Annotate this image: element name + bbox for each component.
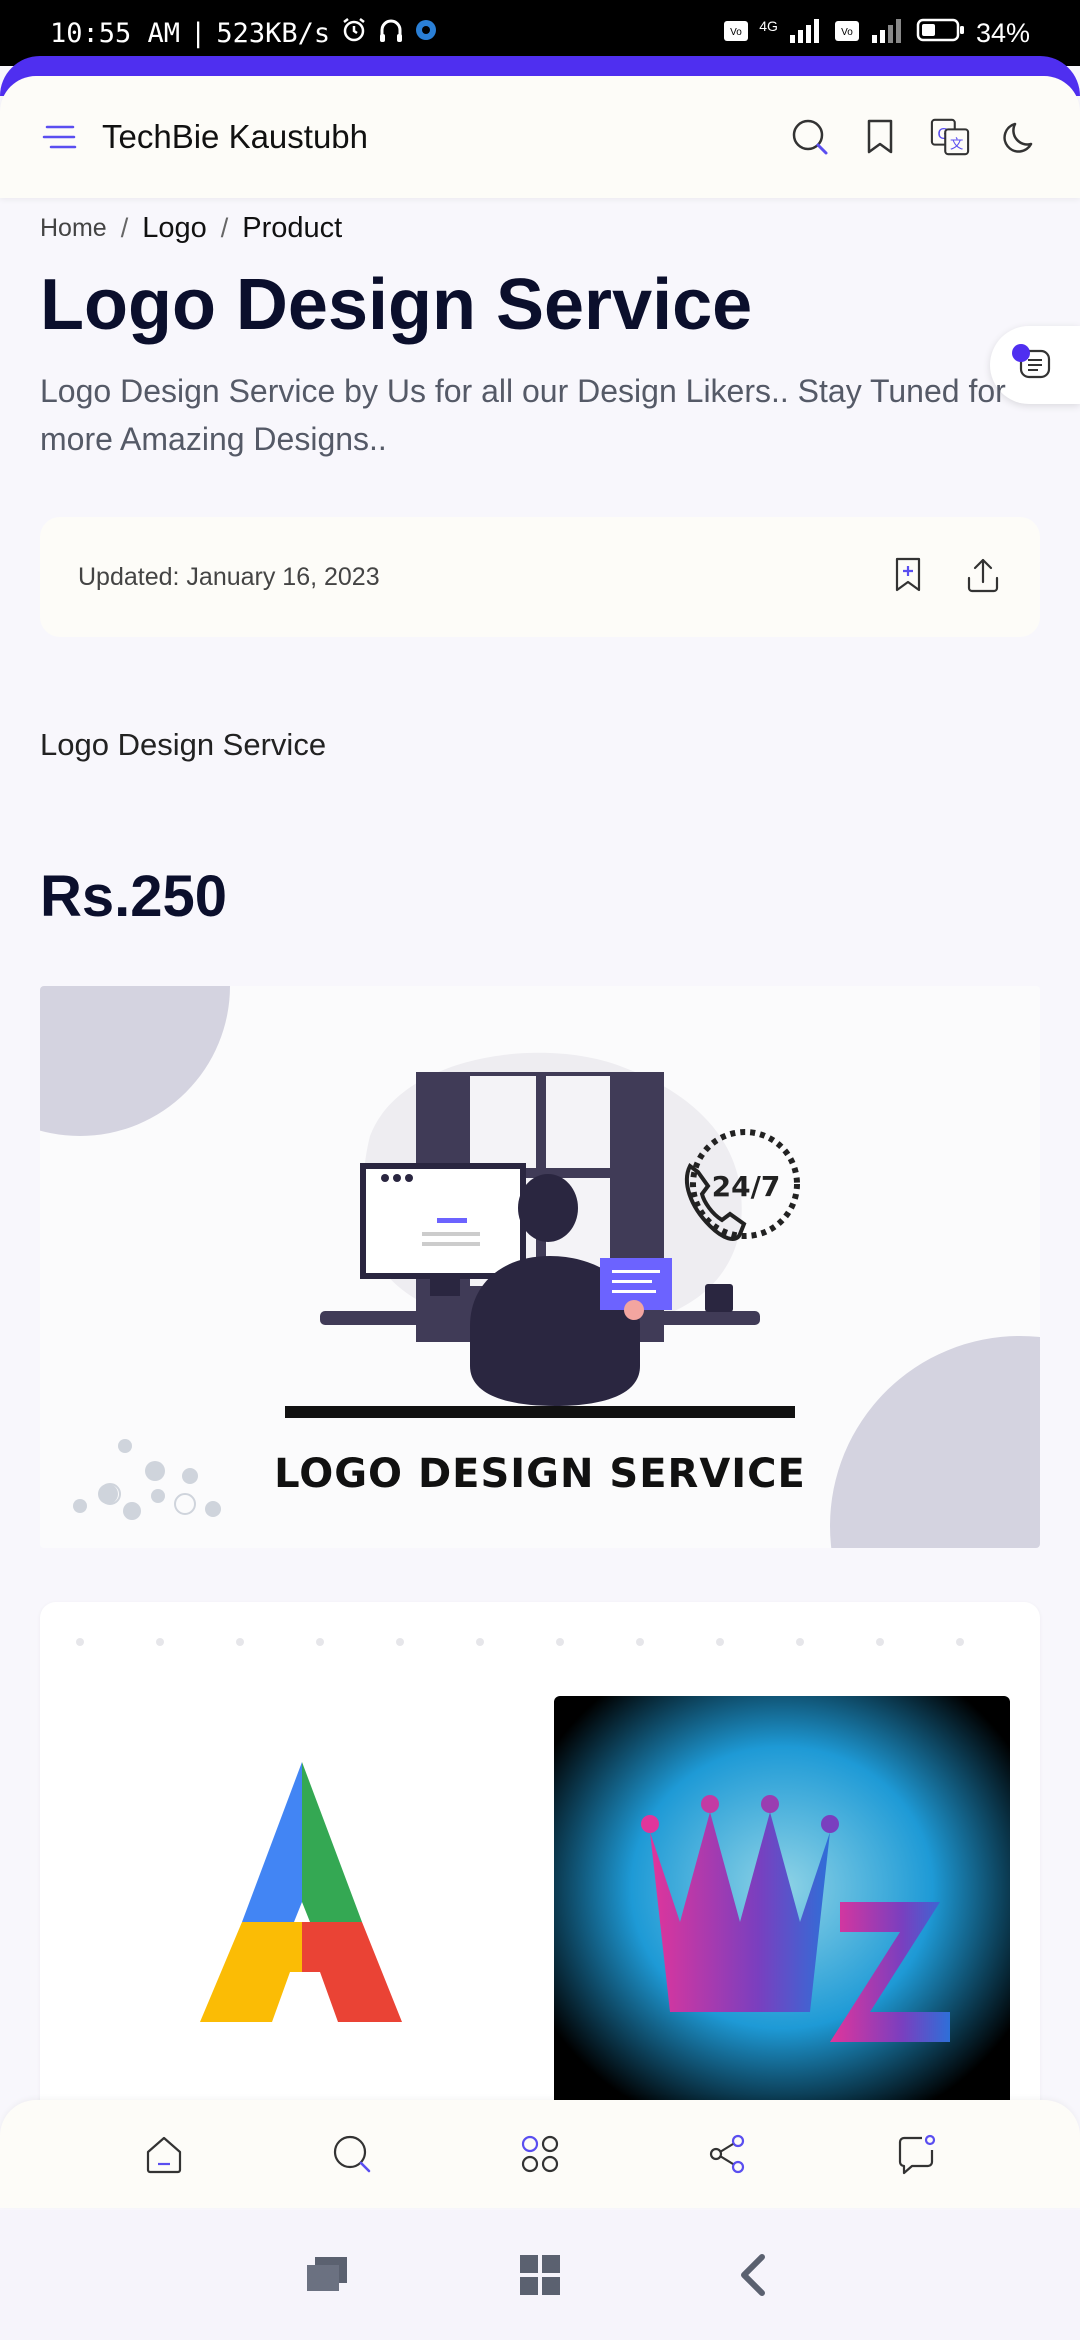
status-separator: | (190, 17, 207, 49)
letter-a-logo (200, 1762, 402, 2023)
updated-date: Updated: January 16, 2023 (78, 562, 380, 591)
svg-text:Vo: Vo (730, 27, 742, 38)
breadcrumb-product: Product (242, 211, 343, 244)
share-icon[interactable] (700, 2126, 756, 2182)
post-meta-card: Updated: January 16, 2023 (40, 517, 1040, 638)
page-subtitle: Logo Design Service by Us for all our De… (40, 373, 1006, 458)
add-bookmark-icon[interactable] (892, 556, 924, 599)
app-notification-icon (414, 18, 438, 49)
home-icon[interactable] (136, 2126, 192, 2182)
logo-gallery-card (40, 1602, 1040, 2123)
volte-icon: Vo (723, 18, 749, 49)
search-icon[interactable] (324, 2126, 380, 2182)
comments-icon[interactable] (888, 2126, 944, 2182)
site-brand[interactable]: TechBie Kaustubh (102, 118, 368, 156)
status-net-speed: 523KB/s (216, 17, 331, 49)
app-header: TechBie Kaustubh G文 (0, 76, 1080, 198)
hero-caption: LOGO DESIGN SERVICE (274, 1451, 806, 1498)
recent-apps-icon[interactable] (297, 2245, 357, 2305)
network-type-label: 4G (759, 18, 778, 34)
page-title: Logo Design Service (40, 265, 753, 345)
breadcrumb-separator: / (220, 212, 229, 243)
breadcrumb-separator: / (120, 212, 129, 243)
search-icon[interactable] (790, 117, 830, 157)
hero-badge-text: 24/7 (712, 1170, 781, 1203)
signal-icon-2 (870, 17, 906, 50)
breadcrumb: Home / Logo / Product (40, 200, 1040, 256)
translate-icon[interactable]: G文 (930, 117, 970, 157)
headphones-icon (378, 16, 404, 51)
product-price: Rs.250 (40, 864, 228, 930)
bookmark-icon[interactable] (860, 117, 900, 157)
breadcrumb-logo[interactable]: Logo (142, 212, 207, 245)
hero-image: 24/7 LOGO DESIGN SERVICE (40, 986, 1040, 1549)
bottom-navigation (0, 2100, 1080, 2208)
menu-icon[interactable] (40, 117, 80, 157)
categories-icon[interactable] (512, 2126, 568, 2182)
home-grid-icon[interactable] (510, 2245, 570, 2305)
battery-percent: 34% (975, 17, 1030, 48)
status-time: 10:55 AM (50, 17, 181, 49)
battery-icon (916, 17, 966, 50)
svg-text:文: 文 (950, 136, 963, 152)
svg-text:Vo: Vo (841, 27, 853, 38)
dark-mode-icon[interactable] (1000, 117, 1040, 157)
signal-icon (788, 17, 824, 50)
volte-icon-2: Vo (834, 18, 860, 49)
back-icon[interactable] (723, 2245, 783, 2305)
system-navigation-bar (0, 2210, 1080, 2340)
breadcrumb-home[interactable]: Home (40, 214, 107, 243)
share-upload-icon[interactable] (964, 556, 1002, 599)
product-name: Logo Design Service (40, 727, 327, 763)
logo-gallery (76, 1638, 1010, 2123)
main-content: Home / Logo / Product Logo Design Servic… (40, 200, 1040, 2123)
alarm-icon (340, 16, 368, 51)
